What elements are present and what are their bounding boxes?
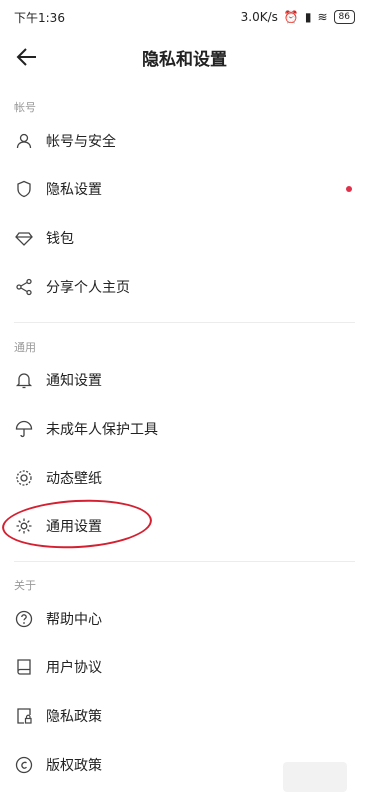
section-label-about: 关于 (14, 579, 36, 592)
menu-item-account-security[interactable]: 帐号与安全 (0, 117, 369, 165)
menu-item-label: 版权政策 (46, 758, 102, 774)
page-title: 隐私和设置 (142, 49, 227, 70)
menu-item-label: 隐私政策 (46, 709, 102, 725)
menu-item-privacy-settings[interactable]: 隐私设置 (0, 165, 369, 213)
book-icon (14, 657, 34, 677)
floating-button[interactable] (283, 762, 347, 792)
menu-item-notification-settings[interactable]: 通知设置 (0, 356, 369, 404)
menu-item-label: 未成年人保护工具 (46, 422, 158, 438)
status-bar: 下午1:36 3.0K/s ⏰ ▮ ≋ 86 (0, 0, 369, 34)
section-divider (14, 322, 355, 323)
section-label-account: 帐号 (14, 101, 36, 114)
copyright-icon (14, 755, 34, 775)
menu-item-label: 隐私设置 (46, 182, 102, 198)
menu-item-minor-protection[interactable]: 未成年人保护工具 (0, 405, 369, 453)
notification-dot (346, 186, 352, 192)
lock-doc-icon (14, 706, 34, 726)
menu-item-label: 通知设置 (46, 373, 102, 389)
signal-icon: ▮ (304, 10, 312, 24)
back-button[interactable] (12, 42, 42, 72)
menu-item-label: 动态壁纸 (46, 471, 102, 487)
alarm-icon: ⏰ (283, 10, 299, 24)
menu-item-label: 分享个人主页 (46, 280, 130, 296)
header: 隐私和设置 (0, 34, 369, 80)
help-icon (14, 609, 34, 629)
menu-item-privacy-policy[interactable]: 隐私政策 (0, 692, 369, 740)
menu-item-label: 钱包 (46, 231, 74, 247)
menu-item-user-agreement[interactable]: 用户协议 (0, 643, 369, 691)
share-icon (14, 277, 34, 297)
status-indicators: 3.0K/s ⏰ ▮ ≋ 86 (241, 10, 355, 24)
battery-indicator: 86 (333, 10, 355, 24)
menu-item-label: 用户协议 (46, 660, 102, 676)
menu-item-help-center[interactable]: 帮助中心 (0, 595, 369, 643)
menu-item-label: 帐号与安全 (46, 134, 116, 150)
wifi-icon: ≋ (317, 10, 328, 24)
person-icon (14, 131, 34, 151)
diamond-icon (14, 228, 34, 248)
shield-icon (14, 179, 34, 199)
bell-icon (14, 370, 34, 390)
menu-item-label: 帮助中心 (46, 612, 102, 628)
wallpaper-icon (14, 468, 34, 488)
umbrella-icon (14, 419, 34, 439)
menu-item-share-profile[interactable]: 分享个人主页 (0, 263, 369, 311)
section-divider (14, 561, 355, 562)
network-speed: 3.0K/s (240, 10, 278, 24)
section-label-general: 通用 (14, 341, 36, 354)
status-time: 下午1:36 (14, 10, 65, 25)
arrow-left-icon (16, 48, 36, 66)
menu-item-live-wallpaper[interactable]: 动态壁纸 (0, 454, 369, 502)
menu-item-wallet[interactable]: 钱包 (0, 214, 369, 262)
